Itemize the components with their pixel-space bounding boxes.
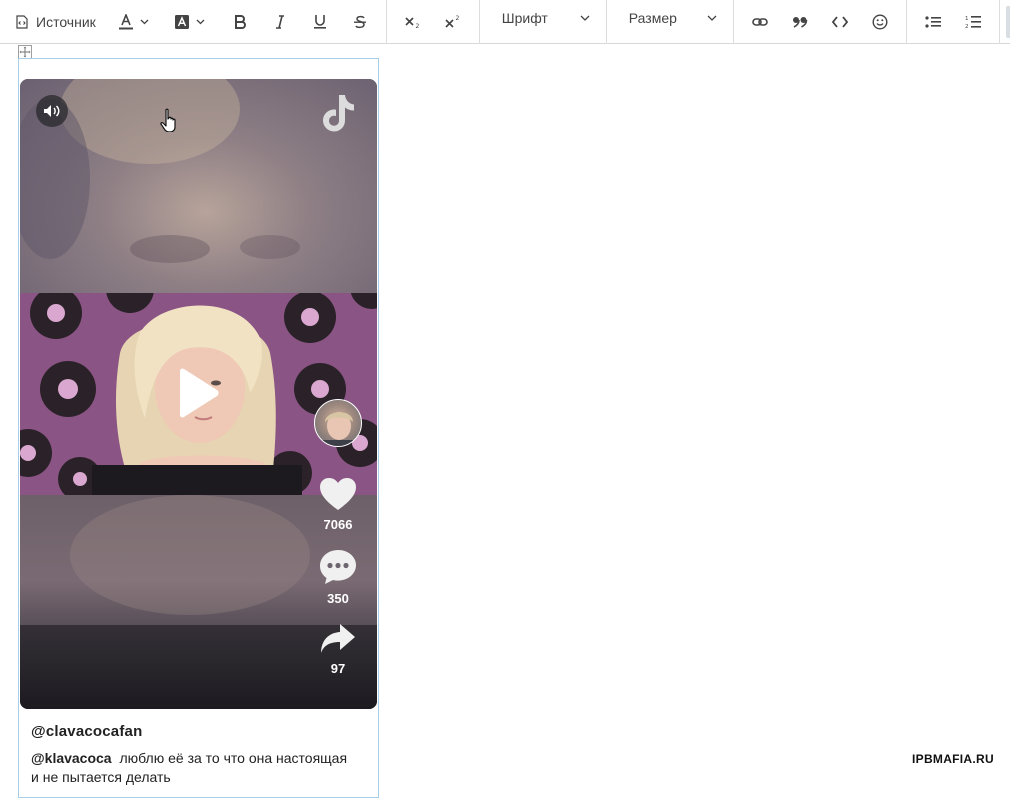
numbered-list-icon: 12	[965, 15, 981, 29]
play-icon[interactable]	[176, 368, 220, 418]
source-label: Источник	[36, 13, 96, 30]
quote-button[interactable]	[780, 6, 820, 38]
italic-icon	[275, 14, 284, 29]
superscript-button[interactable]: 2	[433, 6, 473, 38]
size-select[interactable]: Размер	[613, 6, 727, 30]
background-color-button[interactable]	[170, 6, 210, 38]
svg-text:1: 1	[965, 16, 969, 22]
chevron-down-icon	[196, 19, 205, 24]
size-select-label: Размер	[628, 9, 677, 26]
hand-cursor-icon	[160, 108, 176, 132]
heart-icon	[320, 478, 356, 510]
italic-button[interactable]	[260, 6, 300, 38]
share-count: 97	[330, 661, 346, 676]
code-button[interactable]	[820, 6, 860, 38]
like-count: 7066	[323, 517, 353, 532]
quote-icon	[792, 16, 808, 28]
text-color-icon	[118, 13, 133, 29]
toolbar-group-align	[1000, 0, 1010, 44]
widget-move-handle-icon[interactable]	[18, 45, 32, 59]
underline-icon	[313, 15, 326, 29]
code-icon	[831, 15, 848, 28]
tiktok-video[interactable]: 7066 350 97	[20, 79, 377, 709]
toolbar-group-scripts: 2 2	[387, 0, 480, 44]
tiktok-logo-icon	[323, 95, 354, 132]
svg-text:2: 2	[455, 15, 459, 22]
toolbar-group-font: Шрифт	[480, 0, 607, 44]
author-username[interactable]: @clavacocafan	[31, 723, 142, 740]
speaker-icon	[44, 105, 60, 117]
bold-icon	[234, 14, 246, 29]
numbered-list-button[interactable]: 12	[953, 6, 993, 38]
toolbar-group-insert	[734, 0, 907, 44]
like-action[interactable]: 7066	[316, 477, 360, 532]
share-action[interactable]: 97	[316, 623, 360, 676]
source-icon	[16, 14, 28, 29]
watermark: IPBMAFIA.RU	[912, 752, 994, 766]
emoji-button[interactable]	[860, 6, 900, 38]
chevron-down-icon	[580, 15, 590, 21]
subscript-icon: 2	[405, 16, 419, 29]
caption-mention[interactable]: @klavacoca	[31, 750, 112, 766]
chevron-down-icon	[140, 19, 149, 24]
sound-button[interactable]	[36, 95, 68, 127]
subscript-button[interactable]: 2	[393, 6, 433, 38]
share-icon	[321, 624, 355, 653]
bulleted-list-button[interactable]	[913, 6, 953, 38]
chevron-down-icon	[707, 15, 717, 21]
link-button[interactable]	[740, 6, 780, 38]
svg-text:2: 2	[415, 23, 419, 29]
video-caption: @klavacoca люблю её за то что она настоя…	[31, 749, 351, 787]
link-icon	[751, 17, 768, 26]
comment-icon	[320, 550, 356, 584]
strikethrough-icon	[353, 15, 366, 28]
tiktok-embed[interactable]: 7066 350 97 @clavacocafan @klavacoca люб…	[18, 58, 379, 798]
text-color-button[interactable]	[114, 6, 154, 38]
superscript-icon: 2	[445, 15, 459, 28]
source-button[interactable]: Источник	[6, 6, 102, 38]
toolbar-group-source: Источник	[0, 0, 387, 44]
font-select[interactable]: Шрифт	[486, 6, 600, 30]
toolbar-group-size: Размер	[607, 0, 734, 44]
underline-button[interactable]	[300, 6, 340, 38]
emoji-icon	[872, 13, 888, 30]
bold-button[interactable]	[220, 6, 260, 38]
author-avatar[interactable]	[314, 399, 362, 447]
background-color-icon	[174, 14, 189, 29]
font-select-label: Шрифт	[501, 9, 548, 26]
bulleted-list-icon	[925, 15, 941, 28]
comment-action[interactable]: 350	[316, 549, 360, 606]
strikethrough-button[interactable]	[340, 6, 380, 38]
editor-toolbar: Источник 2 2 Шрифт Размер 1 2	[0, 0, 1010, 44]
svg-text:2: 2	[965, 24, 969, 29]
align-left-button[interactable]	[1005, 5, 1010, 38]
comment-count: 350	[327, 591, 349, 606]
toolbar-group-lists: 12	[907, 0, 1000, 44]
editor-content[interactable]: 7066 350 97 @clavacocafan @klavacoca люб…	[0, 45, 1010, 798]
